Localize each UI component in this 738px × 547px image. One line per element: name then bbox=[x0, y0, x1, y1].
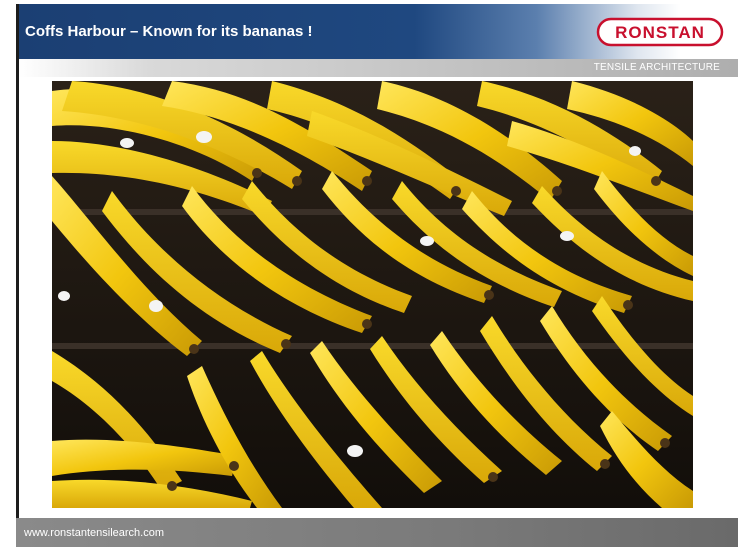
sub-header-bar: TENSILE ARCHITECTURE bbox=[19, 59, 738, 77]
slide: Coffs Harbour – Known for its bananas ! … bbox=[0, 0, 738, 547]
footer-url: www.ronstantensilearch.com bbox=[24, 527, 165, 539]
tagline: TENSILE ARCHITECTURE bbox=[593, 62, 720, 73]
logo-text: RONSTAN bbox=[615, 23, 705, 42]
slide-left-border bbox=[16, 4, 19, 518]
slide-title: Coffs Harbour – Known for its bananas ! bbox=[25, 23, 313, 40]
bananas-illustration bbox=[52, 81, 693, 508]
ronstan-logo: RONSTAN bbox=[596, 17, 724, 47]
footer-bar: www.ronstantensilearch.com bbox=[16, 518, 738, 547]
bananas-photo bbox=[52, 81, 693, 508]
